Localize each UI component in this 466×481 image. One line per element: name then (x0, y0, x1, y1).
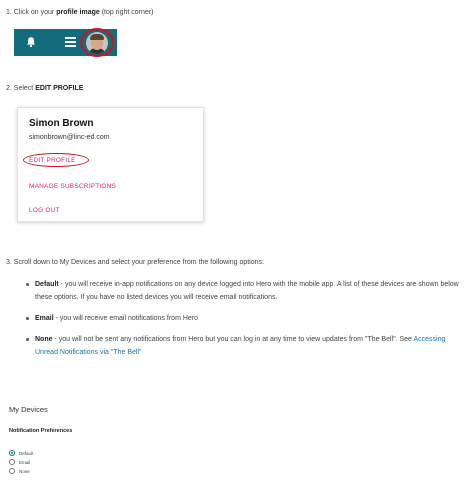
radio-default-label: Default (19, 450, 34, 456)
bell-icon[interactable] (25, 36, 37, 48)
my-devices-heading: My Devices (9, 405, 48, 414)
radio-none-row[interactable]: None (9, 468, 30, 474)
step-3-instruction: 3. Scroll down to My Devices and select … (6, 259, 264, 266)
option-none-text: - you will not be sent any notifications… (52, 336, 414, 343)
hamburger-menu-icon[interactable] (65, 37, 76, 47)
option-default-label: Default (35, 281, 59, 288)
profile-dropdown: Simon Brown simonbrown@linc-ed.com EDIT … (17, 107, 204, 222)
option-none-description: None - you will not be sent any notifica… (26, 333, 464, 359)
profile-name: Simon Brown (29, 118, 94, 129)
option-default-description: Default - you will receive in-app notifi… (26, 278, 464, 304)
radio-none-label: None (19, 468, 30, 474)
app-toolbar (14, 28, 117, 57)
edit-profile-link[interactable]: EDIT PROFILE (29, 157, 76, 164)
option-email-description: Email - you will receive email notificat… (26, 312, 464, 325)
radio-email[interactable] (9, 459, 15, 465)
option-email-label: Email (35, 315, 54, 322)
step-1-suffix: (top right corner) (99, 9, 154, 16)
radio-default-selected[interactable] (9, 450, 15, 456)
profile-image-highlight (80, 28, 114, 57)
radio-email-row[interactable]: Email (9, 459, 30, 465)
notification-preferences-heading: Notification Preferences (9, 428, 73, 434)
manage-subscriptions-link[interactable]: MANAGE SUBSCRIPTIONS (29, 183, 116, 190)
step-1-bold: profile image (56, 9, 100, 16)
step-1-instruction: 1. Click on your profile image (top righ… (6, 8, 153, 17)
profile-email: simonbrown@linc-ed.com (29, 134, 110, 141)
notification-options-list: Default - you will receive in-app notifi… (26, 278, 464, 367)
step-1-prefix: 1. Click on your (6, 9, 57, 16)
option-default-text: - you will receive in-app notifications … (35, 281, 459, 301)
radio-email-label: Email (19, 459, 31, 465)
step-2-prefix: 2. Select (6, 85, 36, 92)
step-2-bold: EDIT PROFILE (35, 85, 84, 92)
radio-default-row[interactable]: Default (9, 450, 33, 456)
option-email-text: - you will receive email notifications f… (53, 315, 199, 322)
log-out-link[interactable]: LOG OUT (29, 207, 60, 214)
radio-none[interactable] (9, 468, 15, 474)
option-none-label: None (35, 336, 53, 343)
step-2-instruction: 2. Select EDIT PROFILE (6, 84, 83, 93)
